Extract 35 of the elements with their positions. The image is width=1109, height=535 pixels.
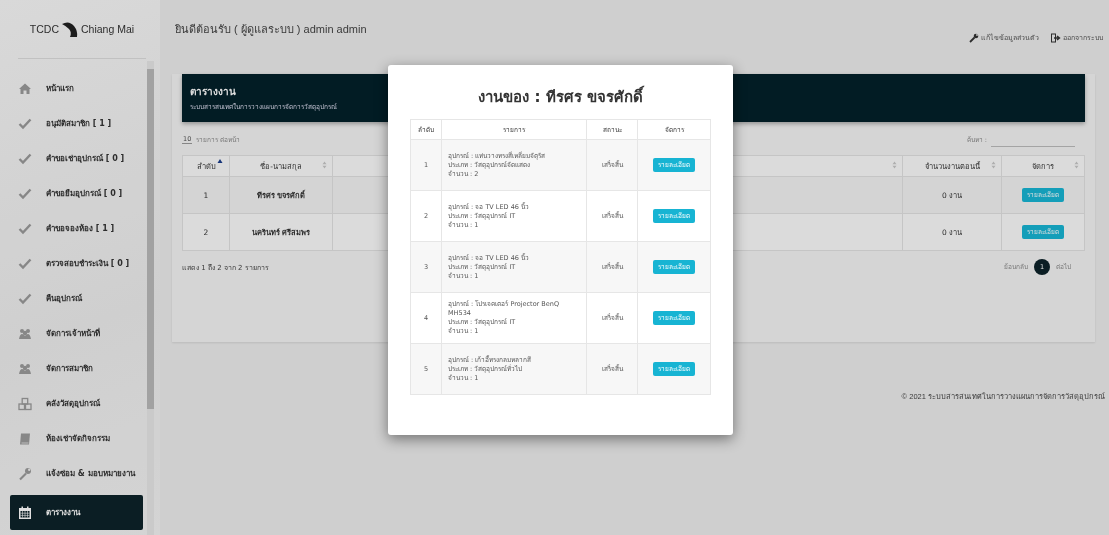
sidebar-item[interactable]: คำขอจองห้อง [ 1 ] — [10, 211, 143, 246]
logo-text: Chiang Mai — [81, 23, 135, 35]
scrollbar[interactable] — [147, 61, 154, 535]
cubes-icon — [18, 396, 32, 411]
sidebar-item[interactable]: ห้องเช่าจัดกิจกรรม — [10, 421, 143, 456]
group-icon — [18, 326, 32, 341]
check-icon — [18, 151, 32, 166]
check-icon — [18, 256, 32, 271]
check-icon — [18, 291, 32, 306]
sidebar-item[interactable]: ตรวจสอบชำระเงิน [ 0 ] — [10, 246, 143, 281]
sidebar-item[interactable]: คืนอุปกรณ์ — [10, 281, 143, 316]
sidebar-item[interactable]: จัดการเจ้าหน้าที่ — [10, 316, 143, 351]
welcome-text: ยินดีต้อนรับ ( ผู้ดูแลระบบ ) admin admin — [175, 22, 367, 38]
wrench-icon — [18, 466, 32, 481]
calendar-icon — [18, 505, 32, 520]
panel-title: ตารางงาน — [190, 85, 236, 99]
group-icon — [18, 361, 32, 376]
sidebar-item[interactable]: คลังวัสดุอุปกรณ์ — [10, 386, 143, 421]
bird-logo-icon — [61, 20, 79, 38]
sidebar-item[interactable]: หน้าแรก — [10, 71, 143, 106]
sidebar-item[interactable]: ตารางงาน — [10, 495, 143, 530]
book-icon — [18, 431, 32, 446]
check-icon — [18, 186, 32, 201]
sign-out-icon — [1051, 32, 1061, 43]
logo-text: TCDC — [29, 23, 59, 35]
check-icon — [18, 221, 32, 236]
home-icon — [18, 81, 32, 96]
sidebar-item[interactable]: แจ้งซ่อม & มอบหมายงาน — [10, 456, 143, 491]
wrench-icon — [969, 32, 979, 43]
sidebar-item[interactable]: จัดการสมาชิก — [10, 351, 143, 386]
check-icon — [18, 116, 32, 131]
sidebar-item[interactable]: อนุมัติสมาชิก [ 1 ] — [10, 106, 143, 141]
sidebar-item[interactable]: คำขอยืมอุปกรณ์ [ 0 ] — [10, 176, 143, 211]
modal-title: งานของ : ทีรศร ขจรศักดิ์ — [410, 85, 711, 109]
sidebar-item[interactable]: คำขอเช่าอุปกรณ์ [ 0 ] — [10, 141, 143, 176]
